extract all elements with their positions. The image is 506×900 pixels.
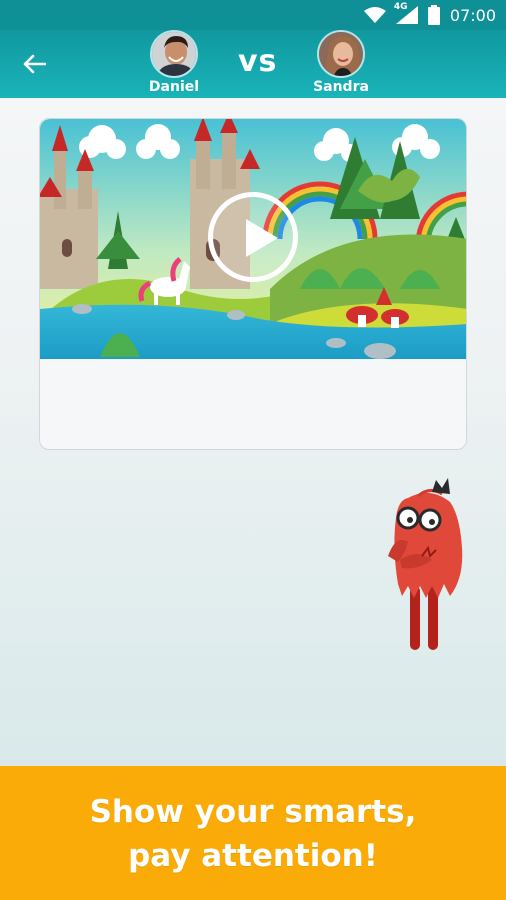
battery-icon (427, 5, 440, 25)
network-type: 4G (393, 2, 408, 12)
arrow-left-icon (23, 54, 46, 74)
play-video-button[interactable] (208, 192, 298, 282)
match-header: Daniel vs Sandra (0, 30, 506, 98)
player-two-name: Sandra (313, 79, 369, 95)
promo-banner: Show your smarts, pay attention! (0, 766, 506, 900)
video-thumbnail[interactable] (40, 119, 466, 359)
banner-line-one: Show your smarts, (89, 794, 417, 830)
cellular-signal-icon: 4G (394, 2, 418, 24)
video-card (39, 118, 467, 450)
red-monster-mascot (388, 478, 463, 650)
question-area (0, 98, 506, 766)
back-button[interactable] (18, 50, 50, 78)
wifi-icon (363, 7, 386, 23)
banner-line-two: pay attention! (128, 838, 378, 874)
player-one[interactable]: Daniel (134, 30, 214, 95)
clock: 07:00 (449, 5, 496, 25)
avatar (317, 30, 365, 78)
player-two[interactable]: Sandra (301, 30, 381, 95)
versus-label: vs (238, 44, 278, 79)
avatar (150, 30, 198, 78)
status-bar: 4G 07:00 (0, 0, 506, 30)
player-one-name: Daniel (148, 79, 200, 95)
